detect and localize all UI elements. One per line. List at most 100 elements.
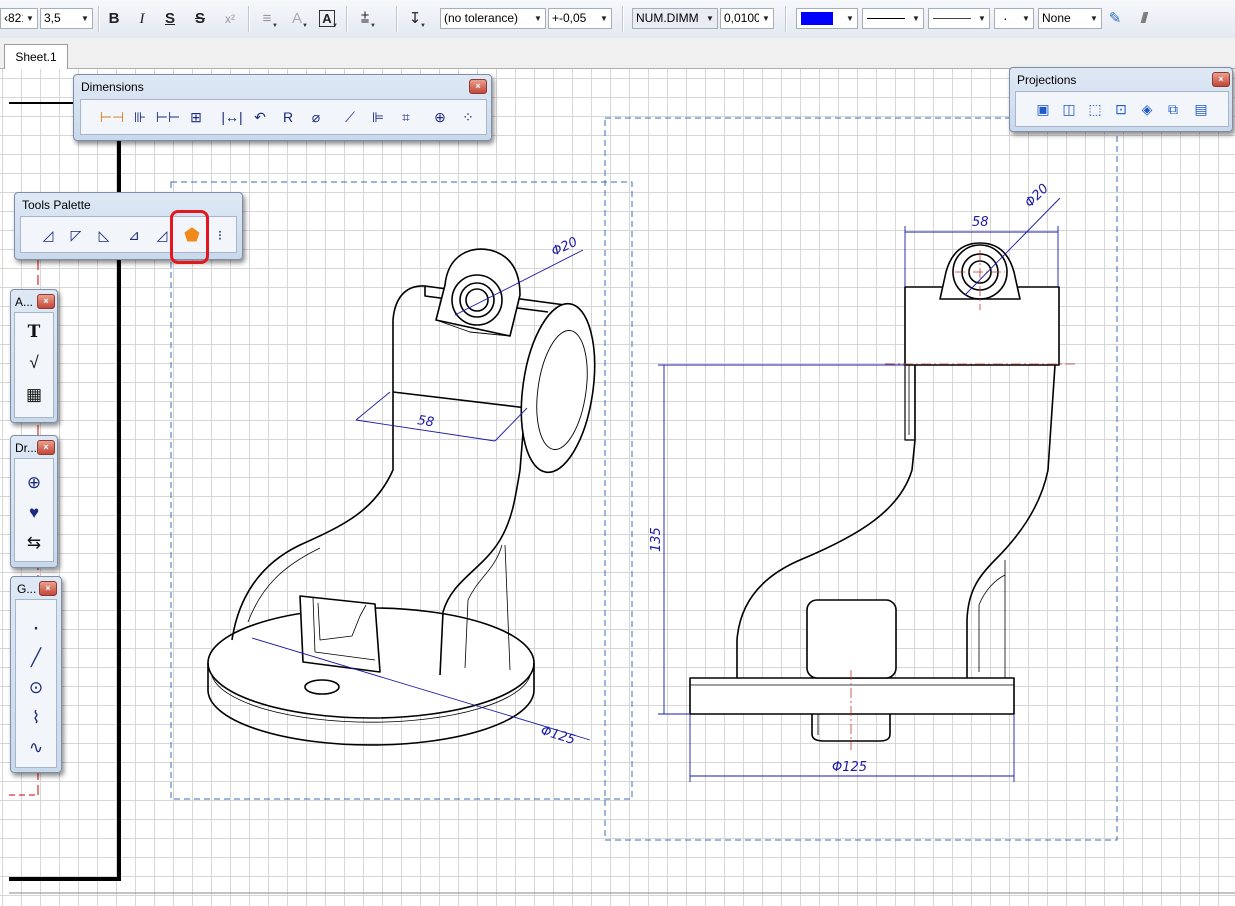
dimensions-palette[interactable]: Dimensions × ⊢⊣ ⊪ ⊢⊢ ⊞ |↔| ↶ R ⌀ ⟋ ⊫ ⌗ ⊕… (73, 74, 492, 141)
italic-button[interactable]: I (131, 7, 153, 31)
align-icon[interactable]: ≡ ▼ (256, 7, 278, 31)
projection-view-icon[interactable]: ⊡ (1108, 96, 1134, 122)
iso-dia20-label[interactable]: Φ20 (549, 235, 580, 260)
projections-toolbar-strip: ▣ ◫ ⬚ ⊡ ◈ ⧉ ▤ (1015, 91, 1229, 127)
close-icon[interactable]: × (1212, 72, 1230, 87)
line-icon[interactable]: ╱ (22, 644, 50, 672)
iso-dia125-label[interactable]: Φ125 (539, 723, 577, 748)
text-tool-icon[interactable]: T (20, 318, 48, 346)
dimension-position-icon[interactable]: ↧ ▼ (404, 7, 426, 31)
point-type-combo[interactable]: · ▼ (994, 8, 1034, 29)
text-frame-box-icon[interactable]: A ▼ (316, 7, 338, 31)
annotations-palette[interactable]: A... × T √ ▦ (10, 289, 58, 423)
tolerance-value-combo[interactable]: +-0,05 ▼ (548, 8, 612, 29)
chevron-down-icon[interactable]: ▼ (759, 9, 773, 28)
chevron-down-icon[interactable]: ▼ (909, 9, 923, 28)
hole-table-icon[interactable]: ⊕ (427, 104, 453, 130)
length-dimension-icon[interactable]: |↔| (219, 104, 245, 130)
projected-dimension-icon[interactable]: ⊿ (121, 222, 147, 248)
dimensions-toolbar-strip: ⊢⊣ ⊪ ⊢⊢ ⊞ |↔| ↶ R ⌀ ⟋ ⊫ ⌗ ⊕ ⁘ (80, 99, 487, 135)
more-tools-icon[interactable]: ⁝ (213, 222, 227, 248)
front-view-frame[interactable] (604, 117, 1118, 841)
chevron-down-icon[interactable]: ▼ (1019, 9, 1033, 28)
close-icon[interactable]: × (39, 581, 57, 596)
front-58-label[interactable]: 58 (972, 215, 989, 230)
separator (346, 6, 348, 32)
point-table-icon[interactable]: ⁘ (455, 104, 481, 130)
table-icon[interactable]: ▦ (20, 381, 48, 409)
separator (248, 6, 250, 32)
area-fill-icon[interactable]: ♥ (20, 499, 48, 527)
projections-palette[interactable]: Projections × ▣ ◫ ⬚ ⊡ ◈ ⧉ ▤ (1009, 67, 1233, 132)
line-type-combo[interactable]: ▼ (862, 8, 924, 29)
horizontal-dimension-icon[interactable]: ◺ (91, 222, 117, 248)
arrow-tool-icon[interactable]: ⇆ (20, 529, 48, 557)
close-icon[interactable]: × (37, 440, 55, 455)
projections-palette-title: Projections (1017, 73, 1077, 87)
chevron-down-icon[interactable]: ▼ (843, 9, 857, 28)
parallel-dimension-icon[interactable]: ◸ (63, 222, 89, 248)
iso-58-label[interactable]: 58 (416, 413, 435, 430)
highlighted-tool-marker (170, 210, 209, 264)
font-size-combo[interactable]: 3,5 ▼ (40, 8, 93, 29)
line-end-combo[interactable]: None ▼ (1038, 8, 1102, 29)
close-icon[interactable]: × (37, 294, 55, 309)
chevron-down-icon[interactable]: ▼ (597, 9, 611, 28)
center-line-icon[interactable]: ⊕ (20, 469, 48, 497)
cumulated-dimension-icon[interactable]: ⊢⊢ (155, 104, 181, 130)
tolerance-combo[interactable]: (no tolerance) ▼ (440, 8, 546, 29)
chevron-down-icon: ▼ (302, 23, 308, 29)
chevron-down-icon[interactable]: ▼ (531, 9, 545, 28)
font-name-combo[interactable]: ‹821 ▼ (0, 8, 38, 29)
precision-combo[interactable]: 0,0100 ▼ (720, 8, 774, 29)
line-thickness-combo[interactable]: ▼ (928, 8, 990, 29)
front-135-label[interactable]: 135 (649, 527, 664, 552)
symbol-icon[interactable]: ⩲ ▼ (354, 7, 376, 31)
spline-icon[interactable]: ∿ (22, 734, 50, 762)
roughness-symbol-icon[interactable]: √ (20, 349, 48, 377)
underline-button[interactable]: S (159, 7, 181, 31)
copy-format-icon[interactable]: ✎ (1104, 7, 1126, 31)
thread-dimension-icon[interactable]: ⊫ (365, 104, 391, 130)
chamfer-dimension-icon[interactable]: ⟋ (337, 104, 363, 130)
numerical-format-combo[interactable]: NUM.DIMM ▼ (632, 8, 718, 29)
dimension-icon[interactable]: ⊢⊣ (99, 104, 125, 130)
superscript-icon[interactable]: x² (219, 7, 241, 31)
separator (622, 6, 624, 32)
isometric-view-icon[interactable]: ⧉ (1160, 96, 1186, 122)
circle-icon[interactable]: ⊙ (22, 674, 50, 702)
view-from-3d-icon[interactable]: ⬚ (1082, 96, 1108, 122)
chevron-down-icon[interactable]: ▼ (78, 9, 92, 28)
chevron-down-icon[interactable]: ▼ (975, 9, 989, 28)
chevron-down-icon[interactable]: ▼ (23, 9, 37, 28)
point-icon[interactable]: · (22, 614, 50, 642)
vertical-dimension-icon[interactable]: ◿ (35, 222, 61, 248)
chevron-down-icon[interactable]: ▼ (703, 9, 717, 28)
close-icon[interactable]: × (469, 79, 487, 94)
chevron-down-icon[interactable]: ▼ (1087, 9, 1101, 28)
front-dia20-label[interactable]: Φ20 (1022, 181, 1052, 211)
auxiliary-view-icon[interactable]: ◈ (1134, 96, 1160, 122)
pattern-icon[interactable]: //// (1132, 7, 1154, 31)
strikethrough-button[interactable]: S (189, 7, 211, 31)
bold-button[interactable]: B (103, 7, 125, 31)
profile-icon[interactable]: ⌇ (22, 704, 50, 732)
chevron-down-icon: ▼ (370, 23, 376, 29)
dress-up-palette[interactable]: Dr... × ⊕ ♥ ⇆ (10, 435, 58, 568)
front-view-icon[interactable]: ▣ (1030, 96, 1056, 122)
stacked-dimension-icon[interactable]: ⊞ (183, 104, 209, 130)
front-dia125-label[interactable]: Φ125 (832, 760, 867, 775)
coordinate-dimension-icon[interactable]: ⌗ (393, 104, 419, 130)
text-frame-icon[interactable]: A ▼ (286, 7, 308, 31)
color-combo[interactable]: ▼ (796, 8, 858, 29)
chained-dimension-icon[interactable]: ⊪ (127, 104, 153, 130)
unfolded-view-icon[interactable]: ◫ (1056, 96, 1082, 122)
angle-dimension-icon[interactable]: ↶ (247, 104, 273, 130)
separator (98, 6, 100, 32)
advanced-front-view-icon[interactable]: ▤ (1188, 96, 1214, 122)
radius-dimension-icon[interactable]: R (275, 104, 301, 130)
dimensions-palette-title: Dimensions (81, 80, 144, 94)
geometry-palette[interactable]: G... × · ╱ ⊙ ⌇ ∿ (10, 576, 62, 773)
diameter-dimension-icon[interactable]: ⌀ (303, 104, 329, 130)
tab-sheet-1[interactable]: Sheet.1 (4, 44, 68, 69)
